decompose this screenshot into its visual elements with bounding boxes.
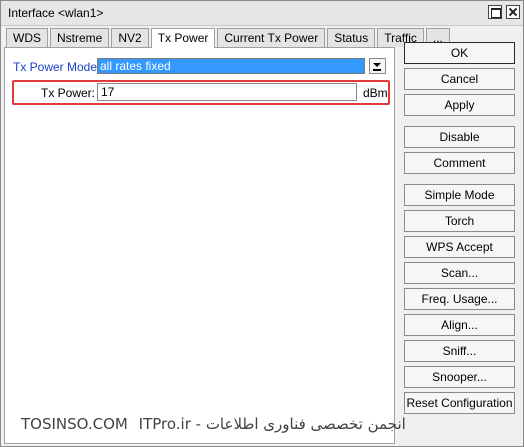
- tx-power-mode-select[interactable]: all rates fixed: [97, 58, 365, 74]
- torch-button[interactable]: Torch: [404, 210, 515, 232]
- tab-tx-power[interactable]: Tx Power: [150, 28, 216, 48]
- apply-button[interactable]: Apply: [404, 94, 515, 116]
- window-title: Interface <wlan1>: [8, 6, 104, 20]
- dropdown-arrow-icon[interactable]: [369, 58, 386, 74]
- tx-power-mode-value: all rates fixed: [100, 59, 171, 73]
- tx-power-panel: Tx Power Mode: all rates fixed Tx Power:…: [4, 47, 395, 444]
- simple-mode-button[interactable]: Simple Mode: [404, 184, 515, 206]
- align-button[interactable]: Align...: [404, 314, 515, 336]
- tx-power-mode-label: Tx Power Mode:: [13, 60, 101, 74]
- cancel-button[interactable]: Cancel: [404, 68, 515, 90]
- freq-usage-button[interactable]: Freq. Usage...: [404, 288, 515, 310]
- tab-status[interactable]: Status: [327, 28, 376, 47]
- tab-wds[interactable]: WDS: [6, 28, 48, 47]
- tx-power-input[interactable]: [97, 83, 357, 101]
- tab-nv2[interactable]: NV2: [111, 28, 149, 47]
- interface-window: Interface <wlan1> WDS Nstreme NV2 Tx Pow…: [0, 0, 524, 447]
- ok-button[interactable]: OK: [404, 42, 515, 64]
- disable-button[interactable]: Disable: [404, 126, 515, 148]
- scan-button[interactable]: Scan...: [404, 262, 515, 284]
- tab-bar: WDS Nstreme NV2 Tx Power Current Tx Powe…: [6, 28, 452, 48]
- tx-power-label: Tx Power:: [41, 86, 96, 100]
- reset-configuration-button[interactable]: Reset Configuration: [404, 392, 515, 414]
- watermark-right: ITPro.ir - انجمن تخصصی فناوری اطلاعات: [138, 415, 406, 433]
- comment-button[interactable]: Comment: [404, 152, 515, 174]
- watermark: TOSINSO.COM ITPro.ir - انجمن تخصصی فناور…: [21, 415, 412, 433]
- sniff-button[interactable]: Sniff...: [404, 340, 515, 362]
- restore-icon[interactable]: [488, 5, 502, 19]
- snooper-button[interactable]: Snooper...: [404, 366, 515, 388]
- watermark-left: TOSINSO.COM: [21, 415, 128, 433]
- title-bar[interactable]: Interface <wlan1>: [1, 1, 523, 26]
- wps-accept-button[interactable]: WPS Accept: [404, 236, 515, 258]
- close-icon[interactable]: [506, 5, 520, 19]
- tab-nstreme[interactable]: Nstreme: [50, 28, 110, 47]
- tx-power-unit: dBm: [363, 86, 388, 100]
- tab-current-tx-power[interactable]: Current Tx Power: [217, 28, 326, 47]
